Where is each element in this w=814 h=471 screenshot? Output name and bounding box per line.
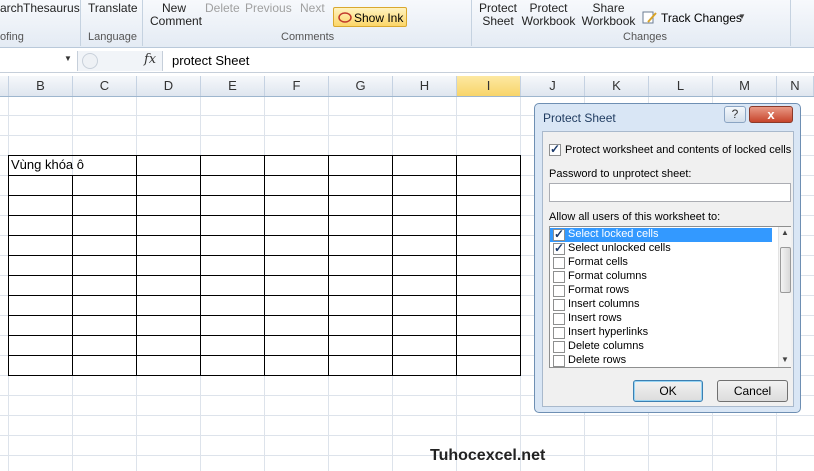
- cell-border: [264, 155, 265, 375]
- dialog-title: Protect Sheet: [543, 111, 616, 125]
- cell-border: [8, 355, 521, 356]
- protect-sheet-dialog: Protect Sheet ? x Protect worksheet and …: [534, 103, 801, 413]
- dialog-body: Protect worksheet and contents of locked…: [542, 131, 794, 407]
- cell-border: [520, 155, 521, 375]
- cell-border: [8, 295, 521, 296]
- cell-b8-text[interactable]: Vùng khóa ô: [11, 157, 84, 172]
- cell-border: [8, 175, 521, 176]
- password-label: Password to unprotect sheet:: [549, 168, 692, 180]
- permission-checkbox[interactable]: [553, 341, 565, 353]
- permission-row[interactable]: Insert rows: [550, 312, 772, 326]
- allow-users-label: Allow all users of this worksheet to:: [549, 211, 721, 223]
- permission-label: Format rows: [568, 284, 630, 296]
- cell-border: [8, 375, 521, 376]
- gridline: [0, 455, 814, 456]
- cell-border: [392, 155, 393, 375]
- permission-label: Format cells: [568, 256, 628, 268]
- permission-row[interactable]: Format columns: [550, 270, 772, 284]
- permission-row[interactable]: Format cells: [550, 256, 772, 270]
- permission-label: Delete rows: [568, 354, 627, 366]
- protect-contents-label: Protect worksheet and contents of locked…: [565, 144, 792, 156]
- cell-border: [8, 235, 521, 236]
- gridline: [0, 435, 814, 436]
- cell-border: [456, 155, 457, 375]
- scroll-up-icon[interactable]: ▲: [779, 227, 791, 239]
- cell-border: [8, 155, 9, 375]
- watermark: Tuhocexcel.net: [430, 447, 546, 464]
- permission-row[interactable]: Insert columns: [550, 298, 772, 312]
- cancel-button[interactable]: Cancel: [717, 380, 788, 402]
- password-input[interactable]: [549, 183, 791, 202]
- permission-label: Select unlocked cells: [568, 242, 671, 254]
- cell-border: [8, 315, 521, 316]
- permissions-list[interactable]: Select locked cells Select unlocked cell…: [549, 226, 791, 368]
- permission-checkbox[interactable]: [553, 241, 565, 255]
- permission-checkbox[interactable]: [553, 299, 565, 311]
- protect-contents-checkbox[interactable]: [549, 142, 561, 156]
- permission-row[interactable]: Format rows: [550, 284, 772, 298]
- permission-row[interactable]: Delete rows: [550, 354, 772, 368]
- cell-border: [328, 155, 329, 375]
- cell-border: [8, 255, 521, 256]
- ok-button[interactable]: OK: [633, 380, 703, 402]
- cell-border: [8, 275, 521, 276]
- permissions-scrollbar[interactable]: ▲ ▼: [778, 227, 791, 367]
- permission-label: Select locked cells: [568, 228, 659, 240]
- scroll-down-icon[interactable]: ▼: [779, 354, 791, 366]
- cell-border: [136, 155, 137, 375]
- scroll-thumb[interactable]: [780, 247, 791, 293]
- cell-border: [200, 155, 201, 375]
- permission-row[interactable]: Delete columns: [550, 340, 772, 354]
- cell-border: [8, 155, 521, 156]
- gridline: [0, 415, 814, 416]
- permission-checkbox[interactable]: [553, 313, 565, 325]
- help-button[interactable]: ?: [724, 106, 746, 123]
- permission-row[interactable]: Select unlocked cells: [550, 241, 772, 256]
- bordered-range: [0, 0, 521, 376]
- cell-border: [8, 335, 521, 336]
- permission-label: Insert rows: [568, 312, 622, 324]
- cell-border: [8, 215, 521, 216]
- cell-border: [8, 195, 521, 196]
- permission-label: Format columns: [568, 270, 647, 282]
- permission-checkbox[interactable]: [553, 227, 565, 241]
- permission-label: Insert hyperlinks: [568, 326, 649, 338]
- permission-label: Delete columns: [568, 340, 644, 352]
- permission-row[interactable]: Select locked cells: [550, 227, 772, 242]
- permission-checkbox[interactable]: [553, 271, 565, 283]
- permission-label: Insert columns: [568, 298, 640, 310]
- permission-row[interactable]: Insert hyperlinks: [550, 326, 772, 340]
- close-button[interactable]: x: [749, 106, 793, 123]
- permission-checkbox[interactable]: [553, 257, 565, 269]
- permission-checkbox[interactable]: [553, 355, 565, 367]
- permission-checkbox[interactable]: [553, 327, 565, 339]
- permission-checkbox[interactable]: [553, 285, 565, 297]
